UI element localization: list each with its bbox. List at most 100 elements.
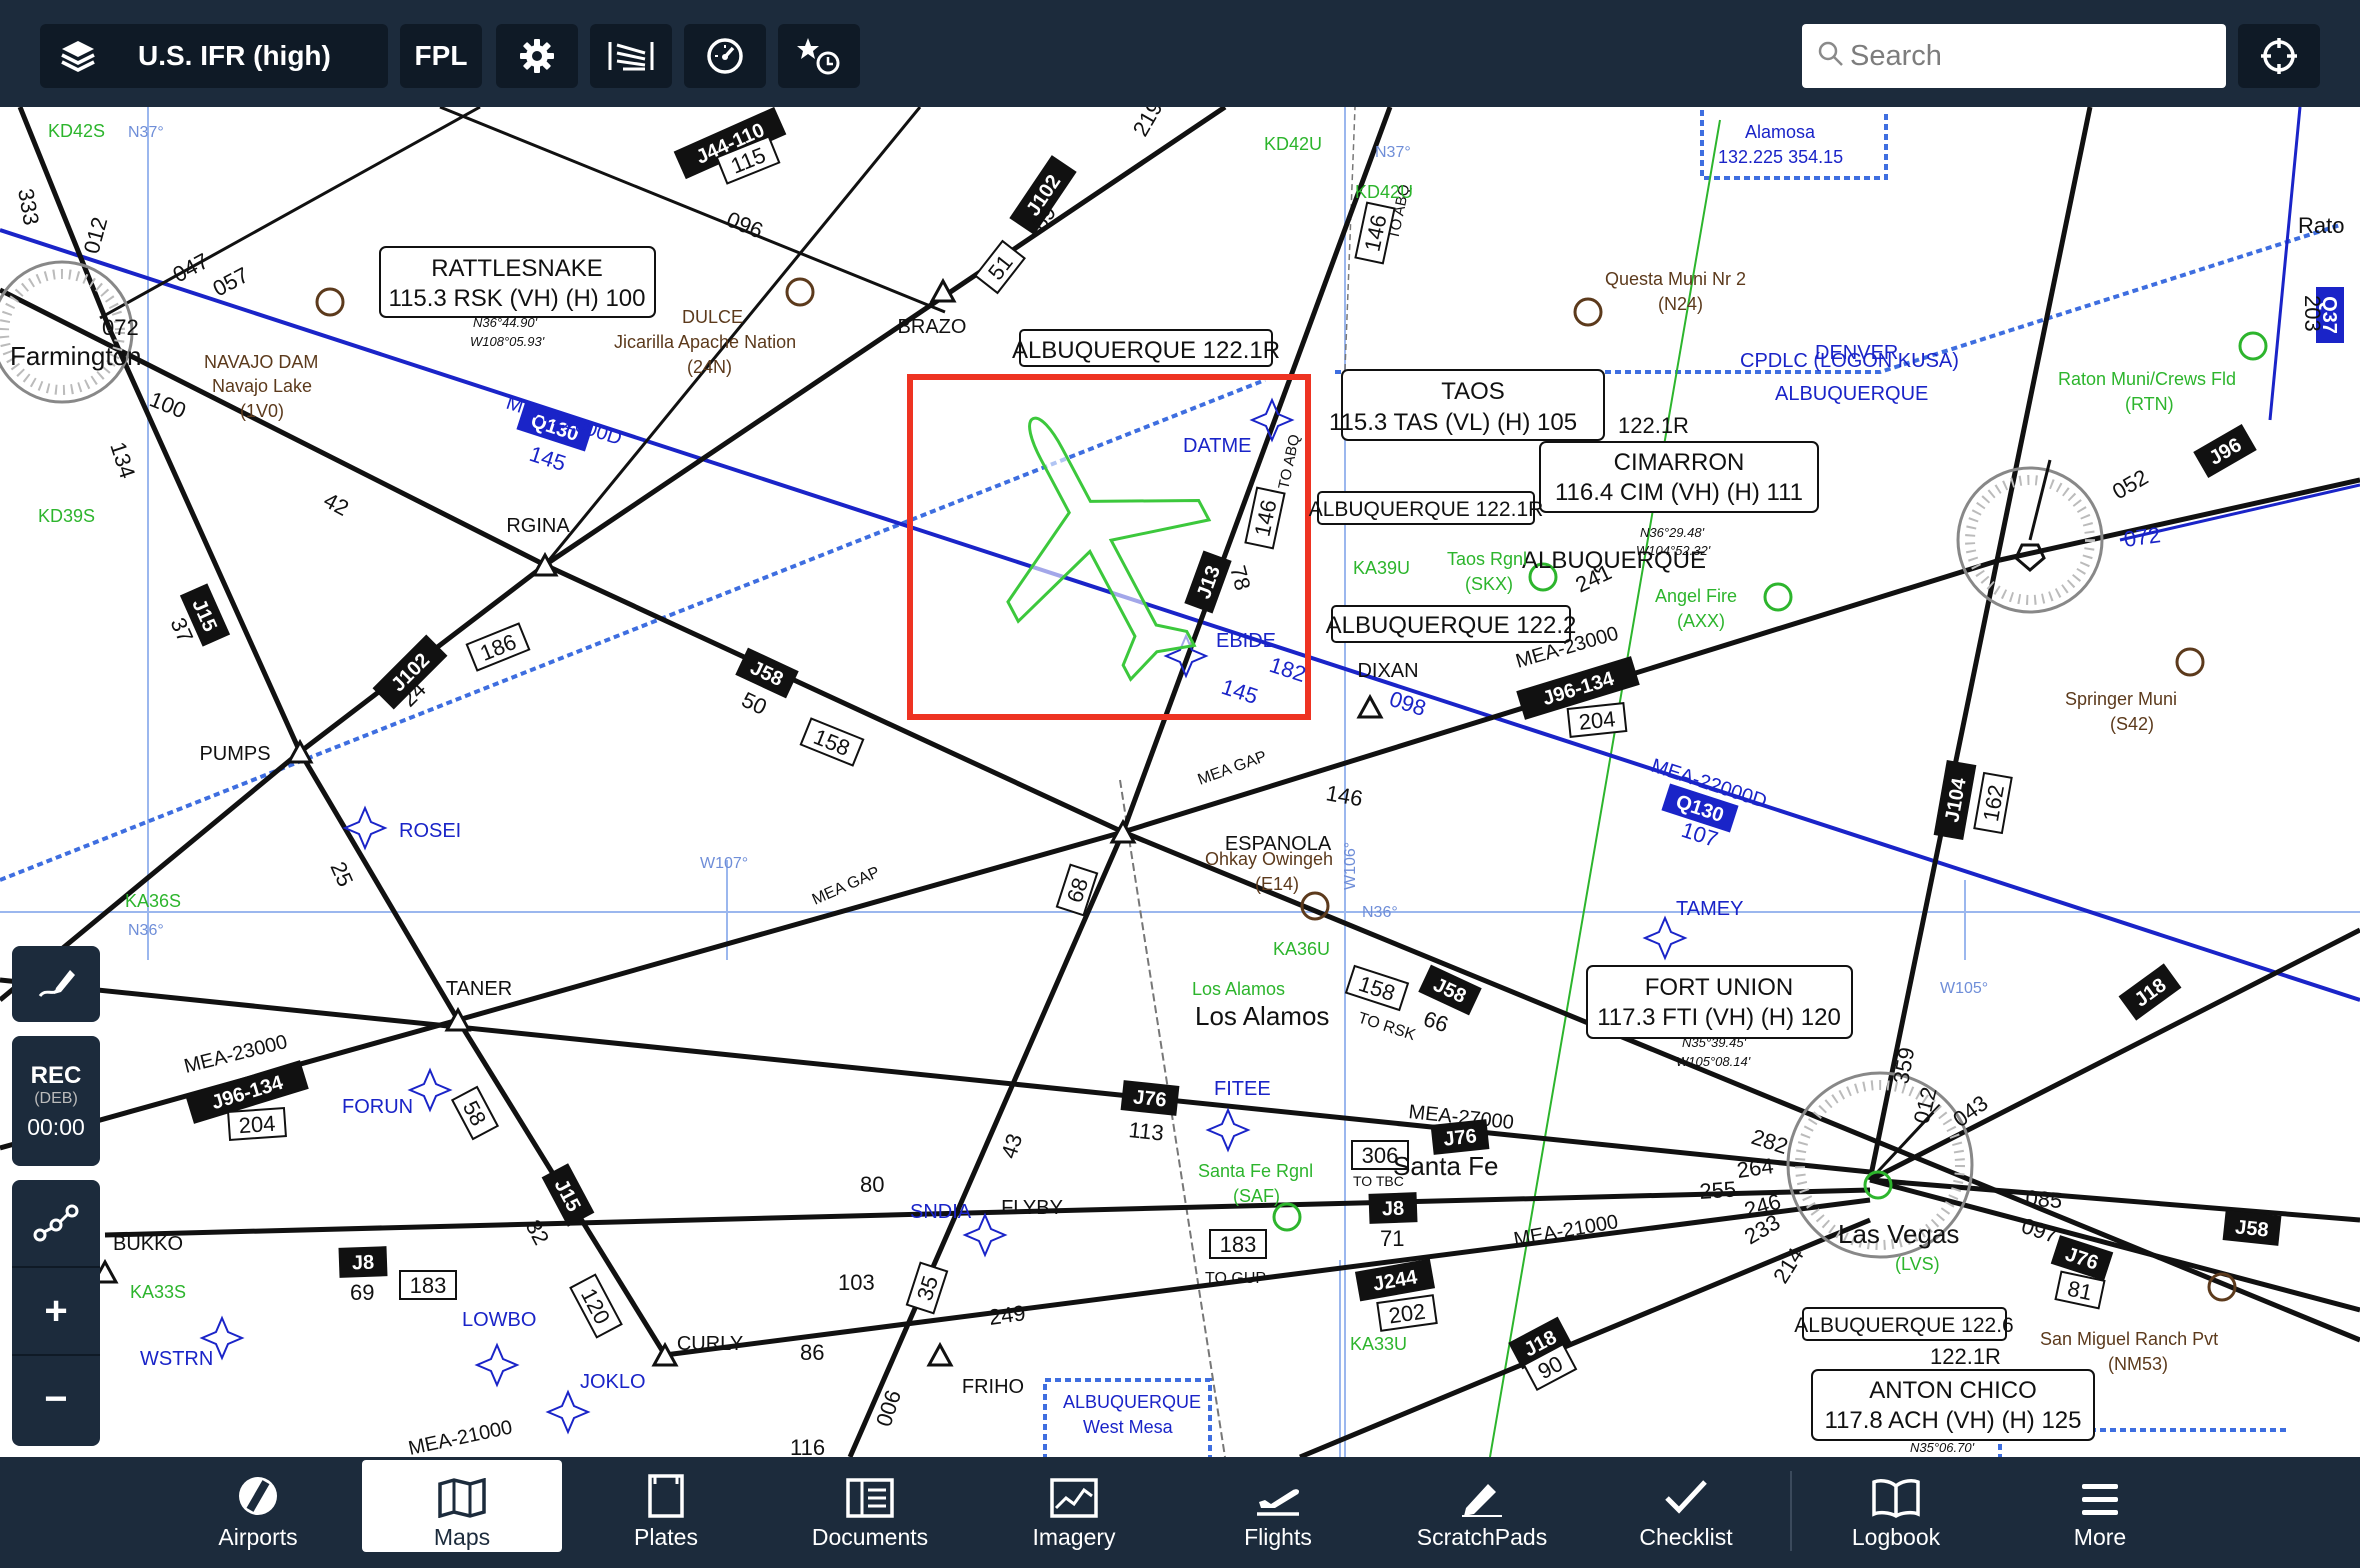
chart-text-label: San Miguel Ranch Pvt	[2040, 1329, 2218, 1349]
chart-text-label: N36°29.48'	[1640, 525, 1705, 540]
tab-airports[interactable]: Airports	[158, 1460, 358, 1552]
chart-text-label: (RTN)	[2125, 394, 2174, 414]
ownship-aircraft-icon[interactable]	[938, 368, 1258, 713]
rec-label: REC	[30, 1061, 82, 1089]
wind-lines-icon	[607, 39, 655, 73]
chart-text-label: 085	[2025, 1185, 2064, 1213]
annotate-button[interactable]	[12, 946, 100, 1022]
chart-text-label: 122.1R	[1930, 1344, 2001, 1369]
chart-canvas[interactable]: J44-110 J102 J102 J13 J15 J15 J58 J58 J5…	[0, 107, 2360, 1457]
airport-icon	[236, 1466, 280, 1518]
chart-text-label: Jicarilla Apache Nation	[614, 332, 796, 352]
chart-text-label: (1V0)	[240, 401, 284, 421]
chart-mark	[2175, 647, 2205, 677]
deb-label: (DEB)	[34, 1089, 78, 1107]
chart-text-label: 158	[1356, 971, 1399, 1006]
tab-plates[interactable]: Plates	[566, 1460, 766, 1552]
chart-text-label: 182	[1266, 652, 1309, 687]
rattlesnake-vor-frequency: 115.3 RSK (VH) (H) 100	[389, 285, 646, 312]
chart-text-label: 113	[1127, 1117, 1164, 1146]
chart-text-label: W108°05.93'	[470, 334, 545, 349]
chart-text-label: 122.1R	[1618, 413, 1689, 438]
ifr-enroute-chart[interactable]: J44-110 J102 J102 J13 J15 J15 J58 J58 J5…	[0, 107, 2360, 1457]
tab-logbook[interactable]: Logbook	[1796, 1460, 1996, 1552]
chart-mark	[545, 1389, 591, 1435]
chart-mark	[1700, 110, 1888, 180]
record-track-button[interactable]: REC (DEB) 00:00	[12, 1036, 100, 1166]
chart-text-label: 043	[1948, 1090, 1992, 1132]
fpl-button[interactable]: FPL	[400, 24, 482, 88]
chart-mark	[1120, 107, 1393, 833]
zoom-out-button[interactable]: −	[44, 1356, 67, 1442]
tab-scratchpads[interactable]: ScratchPads	[1382, 1460, 1582, 1552]
chart-text-label: 66	[1420, 1006, 1451, 1037]
cimarron-vor-compass[interactable]	[1956, 459, 2104, 614]
chart-mark	[1867, 107, 2093, 1181]
chart-labels-green: KD42S KD39S KA36S KA33S KD42U KD42U KA39…	[38, 121, 2236, 1354]
santa-fe-label: Santa Fe	[1393, 1151, 1499, 1181]
tab-logbook-label: Logbook	[1851, 1524, 1941, 1550]
tab-flights-label: Flights	[1244, 1524, 1312, 1550]
tamey-fix-label: TAMEY	[1676, 898, 1743, 920]
taos-vor-frequency: 115.3 TAS (VL) (H) 105	[1329, 409, 1577, 436]
fort-union-vor-name: FORT UNION	[1645, 974, 1793, 1001]
chart-text-label: NAVAJO DAM	[204, 352, 318, 372]
cimarron-vor-name: CIMARRON	[1614, 449, 1745, 476]
recents-favorites-button[interactable]	[778, 24, 860, 88]
zoom-in-button[interactable]: +	[44, 1268, 67, 1354]
chart-text-label: West Mesa	[1083, 1417, 1174, 1437]
documents-icon	[846, 1466, 894, 1518]
chart-mark	[1272, 1202, 1302, 1232]
center-location-button[interactable]	[2238, 24, 2320, 88]
tab-documents-label: Documents	[811, 1524, 929, 1550]
search-placeholder: Search	[1850, 39, 1942, 72]
chart-text-label: 43	[996, 1131, 1027, 1162]
tab-imagery-label: Imagery	[1032, 1524, 1116, 1550]
chart-text-label: KD42U	[1264, 134, 1322, 154]
chart-text-label: (LVS)	[1895, 1254, 1940, 1274]
j8-label: J8	[352, 1252, 375, 1275]
tab-maps[interactable]: Maps	[362, 1460, 562, 1552]
chart-mark	[1642, 915, 1688, 961]
chart-text-label: 047	[169, 248, 213, 287]
tab-scratchpads-label: ScratchPads	[1416, 1524, 1548, 1550]
chart-text-label: 103	[838, 1270, 875, 1295]
fort-union-vor-frequency: 117.3 FTI (VH) (H) 120	[1597, 1004, 1841, 1031]
cimarron-vor-frequency: 116.4 CIM (VH) (H) 111	[1555, 479, 1803, 506]
map-layers-button[interactable]: U.S. IFR (high)	[40, 24, 388, 88]
plate-icon	[646, 1466, 686, 1518]
chart-text-label: 80	[860, 1172, 884, 1197]
chart-mark	[407, 1067, 453, 1113]
chart-text-label: MEA-21000	[1512, 1211, 1620, 1251]
tab-more[interactable]: More	[2000, 1460, 2200, 1552]
bottom-tab-bar: Airports Maps Plates Documents Imagery F…	[0, 1457, 2360, 1568]
chart-text-label: Los Alamos	[1192, 979, 1285, 999]
chart-text-label: N35°06.70'	[1910, 1440, 1975, 1455]
chart-text-label: Questa Muni Nr 2	[1605, 269, 1746, 289]
search-field[interactable]: Search	[1802, 24, 2226, 88]
takeoff-icon	[1253, 1466, 1303, 1518]
scratchpad-pencil-icon	[1458, 1466, 1506, 1518]
q130-route	[0, 107, 2360, 1002]
tab-more-label: More	[2073, 1524, 2127, 1550]
chart-mark	[1573, 297, 1603, 327]
tab-flights[interactable]: Flights	[1178, 1460, 1378, 1552]
las-vegas-label: Las Vegas	[1838, 1219, 1959, 1249]
chart-text-label: Rato	[2298, 213, 2344, 238]
tab-imagery[interactable]: Imagery	[974, 1460, 1174, 1552]
crosshair-icon	[2259, 36, 2299, 76]
chart-text-label: 204	[238, 1111, 276, 1139]
tab-checklist[interactable]: Checklist	[1586, 1460, 1786, 1552]
chart-text-label: N35°39.45'	[1682, 1035, 1747, 1050]
chart-text-label: TO GUP	[1205, 1270, 1266, 1287]
chart-text-label: Navajo Lake	[212, 376, 312, 396]
tab-documents[interactable]: Documents	[770, 1460, 970, 1552]
weather-layer-button[interactable]	[590, 24, 672, 88]
settings-button[interactable]	[496, 24, 578, 88]
chart-text-label: KA36U	[1273, 939, 1330, 959]
bukko-fix-label: BUKKO	[113, 1233, 183, 1255]
route-edit-icon[interactable]	[32, 1180, 80, 1266]
instruments-button[interactable]	[684, 24, 766, 88]
map-layer-label: U.S. IFR (high)	[138, 40, 331, 71]
isogonic-line	[1489, 119, 1721, 1457]
